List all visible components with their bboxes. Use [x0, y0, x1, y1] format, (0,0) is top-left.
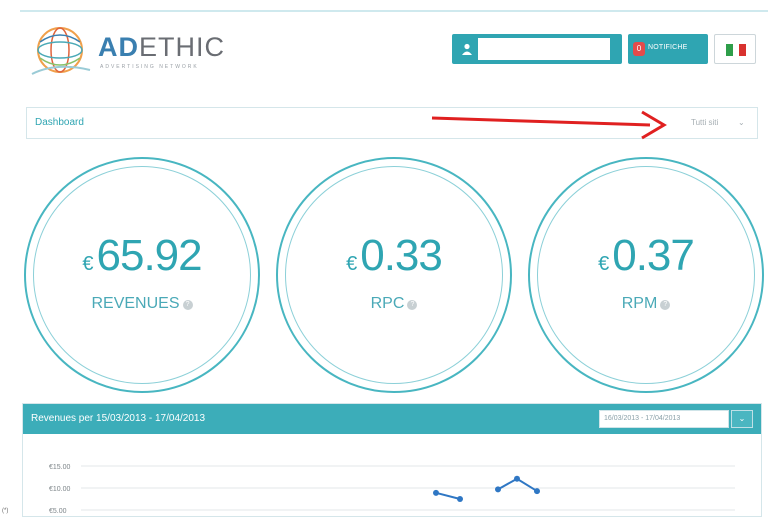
- info-icon[interactable]: ?: [407, 300, 418, 310]
- italy-flag-icon: [726, 44, 747, 56]
- currency-symbol: €: [82, 253, 93, 275]
- top-divider: [20, 10, 768, 12]
- date-range-input[interactable]: 16/03/2013 - 17/04/2013: [599, 410, 729, 428]
- revenues-label: REVENUES: [91, 295, 180, 312]
- user-name-field[interactable]: [478, 38, 610, 60]
- revenue-panel: Revenues per 15/03/2013 - 17/04/2013 16/…: [22, 403, 762, 517]
- revenue-panel-title: Revenues per 15/03/2013 - 17/04/2013: [31, 413, 206, 424]
- dashboard-bar: Dashboard Tutti siti ⌄: [26, 107, 758, 139]
- revenues-stat: €65.92 REVENUES?: [24, 157, 260, 393]
- revenue-series-line: [435, 477, 538, 500]
- rpc-label: RPC: [370, 295, 405, 312]
- brand-rest: ETHIC: [139, 32, 225, 62]
- notifications-label: NOTIFICHE: [648, 44, 688, 51]
- revenue-chart: €15.00 €10.00 €5.00: [49, 464, 735, 515]
- stat-label: REVENUES?: [26, 295, 258, 313]
- rpm-label: RPM: [621, 295, 658, 312]
- revenue-data-point[interactable]: [457, 496, 463, 502]
- currency-symbol: €: [346, 253, 357, 275]
- date-range-chevron-icon[interactable]: ⌄: [731, 410, 753, 428]
- notifications-count-badge: 0: [633, 42, 645, 56]
- rpm-value: 0.37: [612, 231, 695, 280]
- revenue-data-point[interactable]: [433, 489, 439, 496]
- footer-note: (*): [2, 508, 9, 514]
- y-tick-label: €10.00: [49, 486, 71, 493]
- info-icon[interactable]: ?: [660, 300, 671, 310]
- user-menu[interactable]: [452, 34, 622, 64]
- site-select[interactable]: Tutti siti ⌄: [663, 112, 753, 134]
- user-icon: [462, 43, 472, 55]
- currency-symbol: €: [598, 253, 609, 275]
- globe-logo-icon: [31, 27, 91, 75]
- language-selector[interactable]: [714, 34, 756, 64]
- site-select-value: Tutti siti: [691, 118, 719, 127]
- logo[interactable]: ADETHIC ADVERTISING NETWORK: [28, 22, 228, 80]
- y-tick-label: €15.00: [49, 464, 71, 471]
- chevron-down-icon: ⌄: [738, 118, 745, 127]
- rpm-stat: €0.37 RPM?: [528, 157, 764, 393]
- stat-value: €0.37: [530, 231, 762, 281]
- y-tick-label: €5.00: [49, 508, 67, 515]
- revenue-data-point[interactable]: [495, 486, 501, 493]
- stat-value: €0.33: [278, 231, 510, 281]
- rpc-stat: €0.33 RPC?: [276, 157, 512, 393]
- rpc-value: 0.33: [360, 231, 443, 280]
- stat-label: RPM?: [530, 295, 762, 313]
- notifications-button[interactable]: 0 NOTIFICHE: [628, 34, 708, 64]
- brand-name: ADETHIC: [98, 32, 225, 63]
- dashboard-page: ADETHIC ADVERTISING NETWORK 0 NOTIFICHE …: [0, 0, 768, 517]
- revenue-data-point[interactable]: [534, 488, 540, 495]
- info-icon[interactable]: ?: [182, 300, 193, 310]
- revenues-value: 65.92: [96, 231, 203, 280]
- stat-label: RPC?: [278, 295, 510, 313]
- revenue-panel-header: Revenues per 15/03/2013 - 17/04/2013 16/…: [23, 404, 761, 434]
- page-title: Dashboard: [35, 117, 84, 128]
- brand-tagline: ADVERTISING NETWORK: [100, 64, 199, 70]
- brand-accent: AD: [98, 32, 139, 62]
- revenue-data-point[interactable]: [514, 475, 520, 482]
- stat-value: €65.92: [26, 231, 258, 281]
